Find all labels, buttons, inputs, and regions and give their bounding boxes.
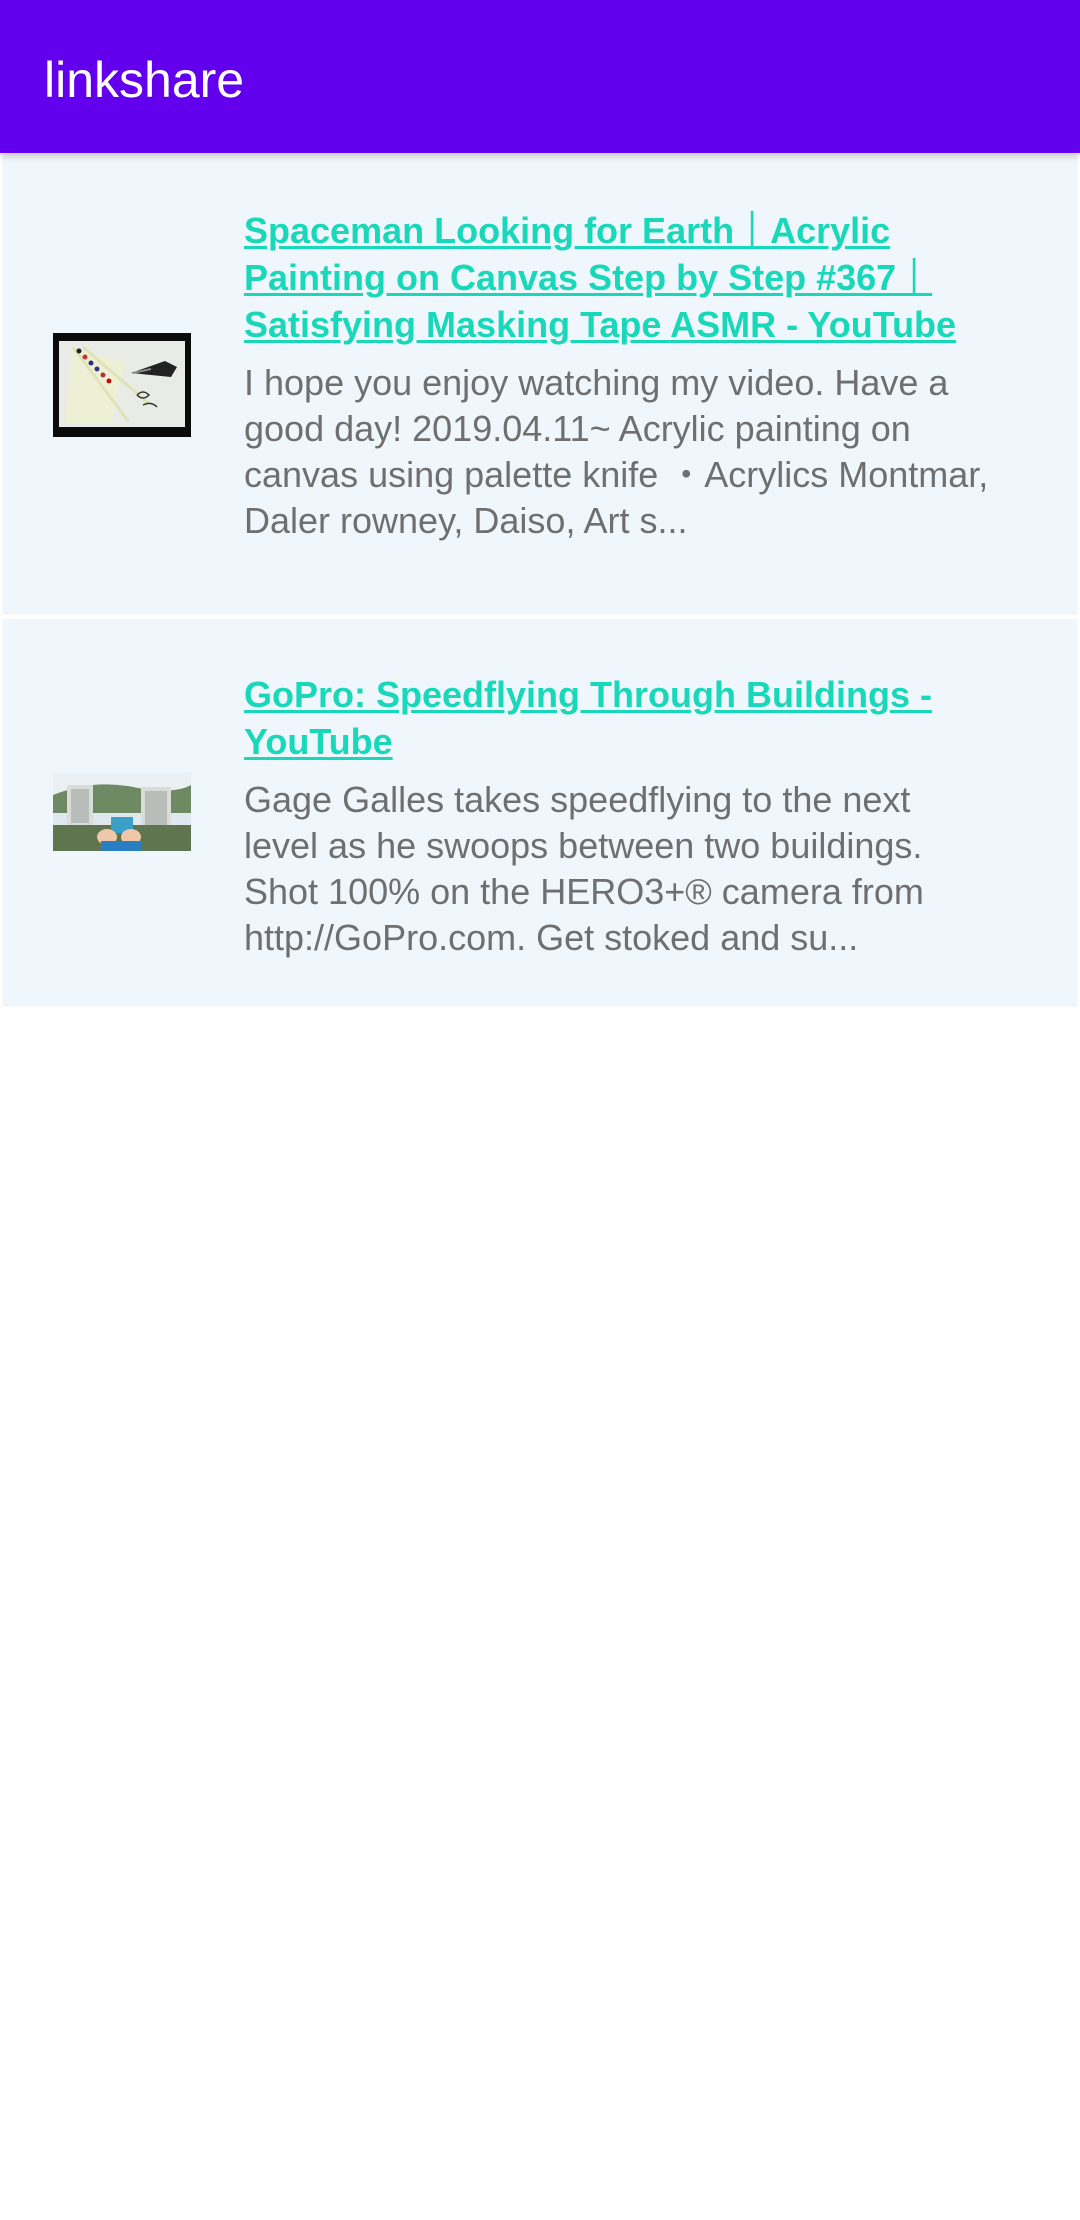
app-bar: linkshare <box>0 0 1080 153</box>
link-list: Spaceman Looking for Earth｜Acrylic Paint… <box>3 157 1077 1011</box>
link-title[interactable]: Spaceman Looking for Earth｜Acrylic Paint… <box>244 207 994 348</box>
link-text: Spaceman Looking for Earth｜Acrylic Paint… <box>244 207 994 544</box>
link-description: Gage Galles takes speedflying to the nex… <box>244 779 924 958</box>
app-title: linkshare <box>44 52 245 108</box>
speedflying-thumbnail[interactable] <box>53 773 191 851</box>
painting-thumbnail[interactable] <box>53 333 191 437</box>
link-text: GoPro: Speedflying Through Buildings - Y… <box>244 671 994 961</box>
link-title[interactable]: GoPro: Speedflying Through Buildings - Y… <box>244 671 994 765</box>
list-item[interactable]: Spaceman Looking for Earth｜Acrylic Paint… <box>3 157 1077 613</box>
list-item[interactable]: GoPro: Speedflying Through Buildings - Y… <box>3 619 1077 1005</box>
link-description: I hope you enjoy watching my video. Have… <box>244 362 989 541</box>
